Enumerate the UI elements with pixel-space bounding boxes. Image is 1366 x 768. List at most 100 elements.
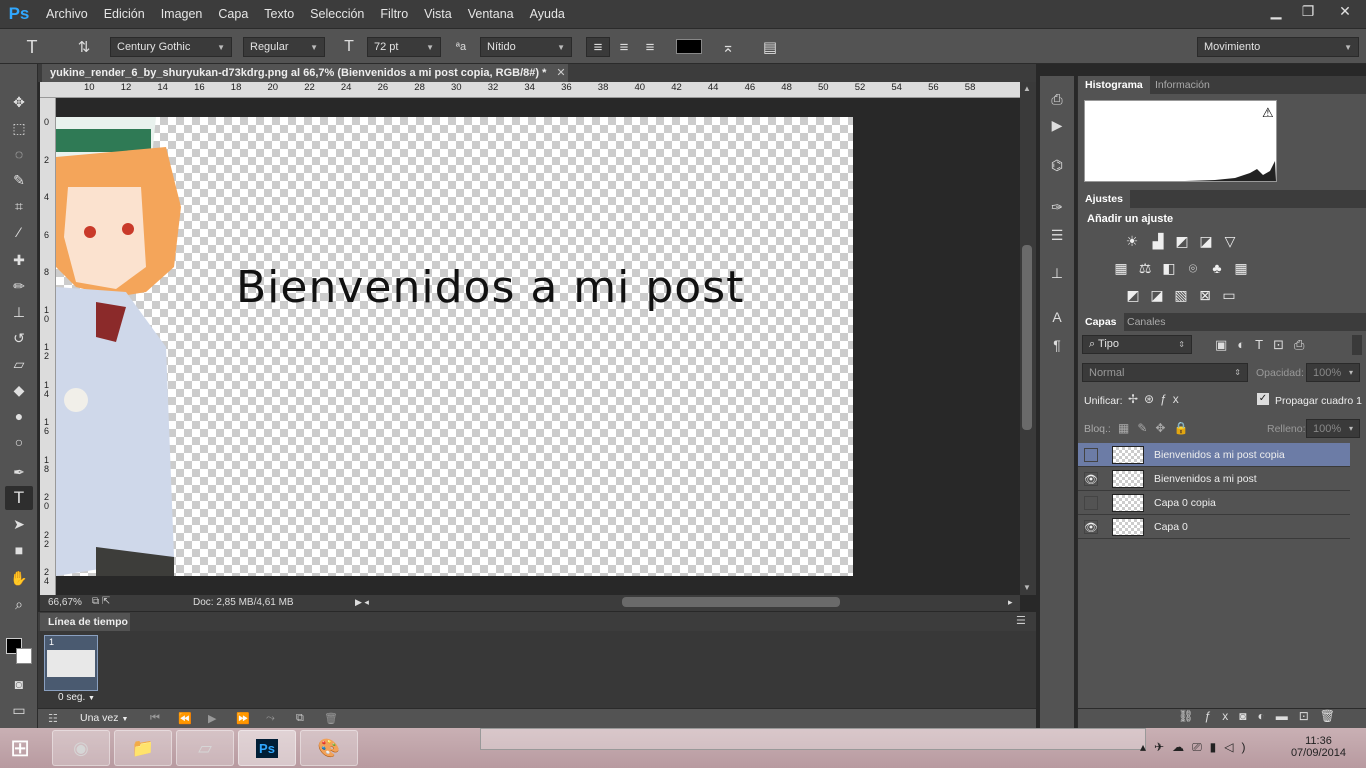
panel-menu-icon[interactable]: ☰	[1016, 614, 1026, 627]
type-tool-preset-icon[interactable]: T	[18, 37, 46, 57]
tab-informacion[interactable]: Información	[1148, 76, 1217, 94]
restore-button[interactable]: ❐	[1292, 0, 1324, 22]
properties-panel-icon[interactable]: ☰	[1046, 224, 1068, 246]
tab-ajustes[interactable]: Ajustes	[1078, 190, 1130, 208]
curves-icon[interactable]: ◩	[1174, 233, 1190, 249]
font-size-select[interactable]: 72 pt ▼	[367, 37, 441, 57]
layer-actions[interactable]: ⛓ƒx◙◐▬⊡🗑	[1078, 708, 1366, 728]
hue-saturation-icon[interactable]: ▦	[1113, 260, 1129, 276]
notes-icon[interactable]: ▱	[176, 730, 234, 766]
eyedropper-tool-icon[interactable]: ⁄	[5, 220, 33, 244]
eye-icon[interactable]: 👁	[1084, 472, 1098, 486]
tab-capas[interactable]: Capas	[1078, 313, 1124, 331]
paragraph-panel-icon[interactable]: ¶	[1046, 334, 1068, 356]
warp-text-icon[interactable]: ⌅	[716, 37, 740, 57]
scroll-right-icon[interactable]: ▸	[1008, 597, 1013, 608]
paint-icon[interactable]: 🎨	[300, 730, 358, 766]
layer-row[interactable]: Bienvenidos a mi post copia	[1078, 443, 1350, 467]
zoom-level[interactable]: 66,67%	[48, 597, 82, 608]
sharing-icon[interactable]: ⧉ ⇱	[92, 596, 110, 607]
horizontal-scroll-thumb[interactable]	[622, 597, 840, 607]
lasso-tool-icon[interactable]: ◌	[5, 142, 33, 166]
clone-source-icon[interactable]: ⊥	[1046, 262, 1068, 284]
menu-ventana[interactable]: Ventana	[460, 0, 522, 28]
visibility-toggle[interactable]	[1084, 448, 1098, 462]
exposure-icon[interactable]: ◪	[1198, 233, 1214, 249]
antialias-select[interactable]: Nítido ▼	[480, 37, 572, 57]
hand-tool-icon[interactable]: ✋	[5, 566, 33, 590]
gradient-map-icon[interactable]: ▭	[1221, 287, 1237, 303]
menu-archivo[interactable]: Archivo	[38, 0, 96, 28]
explorer-icon[interactable]: 📁	[114, 730, 172, 766]
warning-icon[interactable]: ⚠	[1262, 106, 1274, 121]
align-left-icon[interactable]: ≡	[586, 37, 610, 57]
menu-texto[interactable]: Texto	[256, 0, 302, 28]
crop-tool-icon[interactable]: ⌗	[5, 194, 33, 218]
invert-icon[interactable]: ◩	[1125, 287, 1141, 303]
threshold-icon[interactable]: ▧	[1173, 287, 1189, 303]
tab-histograma[interactable]: Histograma	[1078, 76, 1150, 94]
selective-color-icon[interactable]: ⊠	[1197, 287, 1213, 303]
posterize-icon[interactable]: ◪	[1149, 287, 1165, 303]
fill-input[interactable]: 100% ▾	[1306, 419, 1360, 438]
type-tool-icon[interactable]: T	[5, 486, 33, 510]
pen-tool-icon[interactable]: ✒	[5, 460, 33, 484]
levels-icon[interactable]: ▟	[1150, 233, 1166, 249]
windows-start-icon[interactable]: ⊞	[10, 734, 30, 763]
character-panel-icon[interactable]: A	[1046, 306, 1068, 328]
frame-delay[interactable]: 0 seg. ▼	[58, 692, 95, 703]
tab-canales[interactable]: Canales	[1120, 313, 1173, 331]
minimize-button[interactable]: ▁	[1260, 0, 1292, 22]
menu-edicion[interactable]: Edición	[96, 0, 153, 28]
layer-filter-select[interactable]: ⌕ Tipo ⇕	[1082, 335, 1192, 354]
clone-stamp-tool-icon[interactable]: ⊥	[5, 300, 33, 324]
3d-panel-icon[interactable]: ⌬	[1046, 154, 1068, 176]
zoom-tool-icon[interactable]: ⌕	[5, 592, 33, 616]
background-color-swatch[interactable]	[16, 648, 32, 664]
chrome-icon[interactable]: ◉	[52, 730, 110, 766]
channel-mixer-icon[interactable]: ♣	[1209, 260, 1225, 276]
dodge-tool-icon[interactable]: ○	[5, 430, 33, 454]
lock-icons[interactable]: ▦✎✥🔒	[1118, 421, 1196, 435]
visibility-toggle[interactable]	[1084, 496, 1098, 510]
menu-filtro[interactable]: Filtro	[372, 0, 416, 28]
status-menu-icon[interactable]: ▶ ◂	[355, 597, 369, 608]
menu-imagen[interactable]: Imagen	[153, 0, 211, 28]
paint-bucket-tool-icon[interactable]: ◆	[5, 378, 33, 402]
text-orientation-icon[interactable]: ⇅	[72, 37, 96, 57]
brush-tool-icon[interactable]: ✏	[5, 274, 33, 298]
photoshop-taskbar-icon[interactable]: Ps	[238, 730, 296, 766]
document-tab[interactable]: yukine_render_6_by_shuryukan-d73kdrg.png…	[42, 64, 568, 82]
close-button[interactable]: ✕	[1324, 0, 1366, 22]
vertical-scroll-thumb[interactable]	[1022, 245, 1032, 430]
align-center-icon[interactable]: ≡	[612, 37, 636, 57]
loop-select[interactable]: Una vez ▼	[80, 712, 128, 724]
tween-icon[interactable]: ⤳	[266, 712, 275, 725]
quick-mask-icon[interactable]: ◙	[5, 672, 33, 696]
character-panel-icon[interactable]: ▤	[758, 37, 782, 57]
delete-frame-icon[interactable]: 🗑	[324, 712, 338, 725]
previous-frame-icon[interactable]: ⏪	[178, 712, 192, 725]
first-frame-icon[interactable]: ⏮	[150, 712, 160, 725]
text-color-swatch[interactable]	[676, 39, 702, 54]
document-canvas[interactable]: Bienvenidos a mi post	[56, 117, 853, 576]
propagate-checkbox[interactable]: ✓	[1257, 393, 1269, 405]
layer-row[interactable]: 👁 Capa 0	[1078, 515, 1350, 539]
path-selection-tool-icon[interactable]: ➤	[5, 512, 33, 536]
photo-filter-icon[interactable]: ⌾	[1185, 260, 1201, 276]
canvas-workarea[interactable]: Bienvenidos a mi post	[56, 98, 1020, 595]
rectangle-tool-icon[interactable]: ■	[5, 538, 33, 562]
align-right-icon[interactable]: ≡	[638, 37, 662, 57]
menu-seleccion[interactable]: Selección	[302, 0, 372, 28]
opacity-input[interactable]: 100% ▾	[1306, 363, 1360, 382]
screen-mode-icon[interactable]: ▭	[5, 698, 33, 722]
workspace-select[interactable]: Movimiento ▼	[1197, 37, 1359, 57]
scroll-down-icon[interactable]: ▼	[1023, 583, 1031, 592]
history-panel-icon[interactable]: ⎙	[1046, 88, 1068, 110]
actions-panel-icon[interactable]: ▶	[1046, 114, 1068, 136]
quick-selection-tool-icon[interactable]: ✎	[5, 168, 33, 192]
taskbar-clock[interactable]: 11:36 07/09/2014	[1291, 735, 1346, 759]
marquee-tool-icon[interactable]: ⬚	[5, 116, 33, 140]
layer-row[interactable]: Capa 0 copia	[1078, 491, 1350, 515]
layer-filter-icons[interactable]: ▣◐T⊡⎙	[1215, 337, 1314, 353]
